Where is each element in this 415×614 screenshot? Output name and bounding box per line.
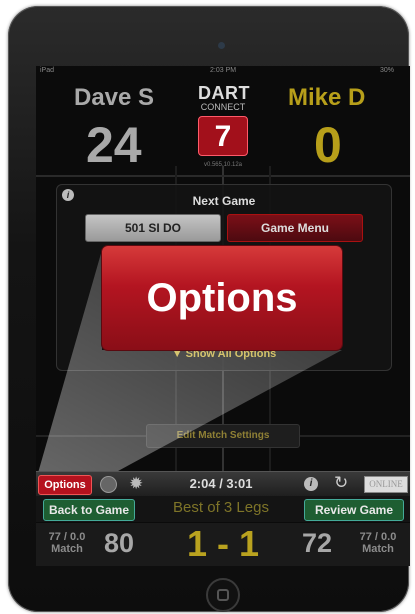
legs-score: 1 - 1 bbox=[186, 523, 260, 564]
record-icon[interactable] bbox=[100, 476, 117, 493]
left-average-value: 77 / 0.0 bbox=[48, 531, 86, 543]
options-button[interactable]: Options bbox=[38, 475, 92, 495]
left-average: 77 / 0.0 Match bbox=[40, 531, 94, 555]
back-to-game-button[interactable]: Back to Game bbox=[43, 499, 135, 521]
right-average-value: 77 / 0.0 bbox=[359, 531, 397, 543]
home-button[interactable] bbox=[206, 578, 240, 612]
options-callout: Options bbox=[102, 246, 342, 350]
left-average-label: Match bbox=[51, 543, 83, 555]
gear-icon[interactable]: ✹ bbox=[129, 474, 143, 494]
left-remaining: 80 bbox=[104, 528, 135, 558]
right-remaining: 72 bbox=[302, 528, 333, 558]
app-screen: iPad 2:03 PM 30% Dave S 24 DART CONNECT … bbox=[36, 66, 410, 566]
camera-dot bbox=[218, 42, 225, 49]
match-stats-bar: 77 / 0.0 Match 80 1 - 1 72 77 / 0.0 Matc… bbox=[36, 523, 410, 566]
right-average: 77 / 0.0 Match bbox=[350, 531, 406, 555]
navigation-bar: Back to Game Best of 3 Legs Review Game bbox=[36, 496, 410, 522]
match-time: 2:04 / 3:01 bbox=[189, 476, 253, 491]
right-average-label: Match bbox=[362, 543, 394, 555]
refresh-icon[interactable]: ↻ bbox=[334, 473, 348, 493]
info-icon[interactable]: i bbox=[304, 477, 318, 491]
review-game-button[interactable]: Review Game bbox=[304, 499, 404, 521]
best-of-legs: Best of 3 Legs bbox=[173, 499, 269, 516]
ipad-device: iPad 2:03 PM 30% Dave S 24 DART CONNECT … bbox=[8, 6, 410, 612]
bottom-toolbar: Options ✹ 2:04 / 3:01 i ↻ ONLINE bbox=[36, 471, 410, 496]
online-badge: ONLINE bbox=[364, 476, 408, 493]
